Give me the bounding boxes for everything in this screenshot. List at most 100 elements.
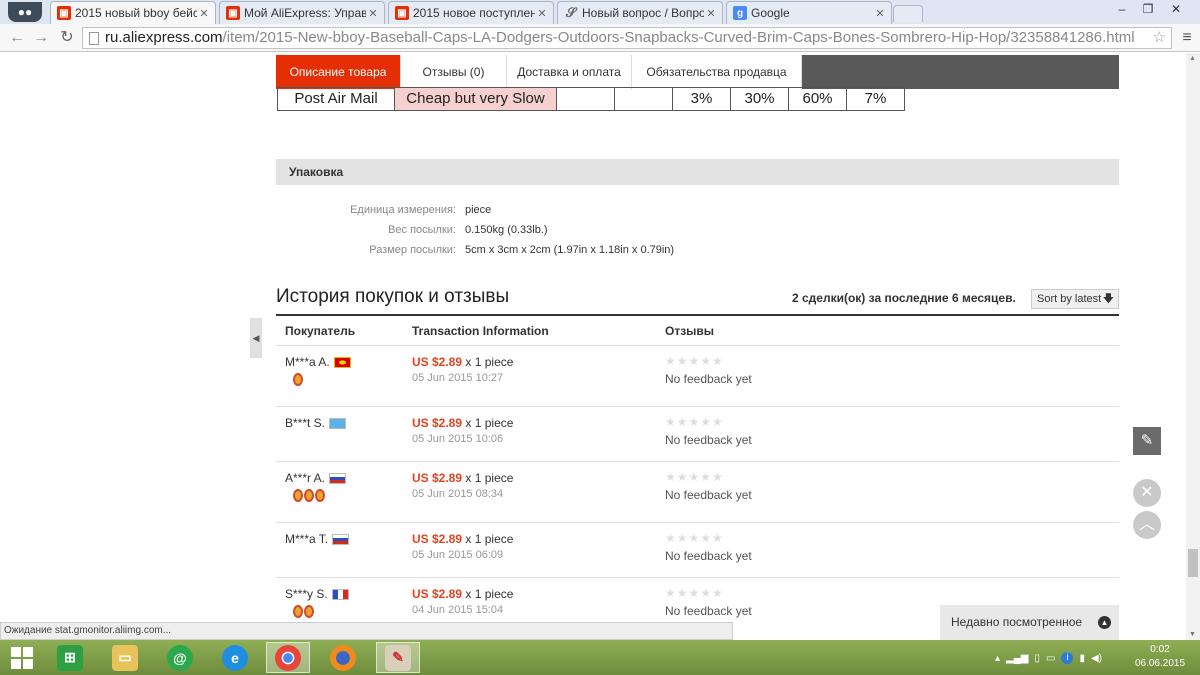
quantity: x 1 piece bbox=[465, 416, 514, 430]
taskbar-store[interactable]: ⊞ bbox=[48, 642, 92, 673]
shipping-cell bbox=[615, 88, 673, 110]
maximize-button[interactable]: ❐ bbox=[1136, 2, 1160, 18]
new-tab-button[interactable] bbox=[893, 5, 923, 22]
scrollbar[interactable]: ▲ ▼ bbox=[1186, 53, 1200, 640]
buyer-level bbox=[293, 489, 326, 505]
close-icon[interactable]: ✕ bbox=[704, 7, 718, 20]
scroll-top-button[interactable]: ︿ bbox=[1133, 511, 1161, 539]
chevron-up-icon: ▲ bbox=[1098, 616, 1111, 629]
shipping-cell: 7% bbox=[864, 90, 887, 107]
sort-button[interactable]: Sort by latest 🡇 bbox=[1031, 289, 1119, 309]
close-icon[interactable]: ✕ bbox=[366, 7, 380, 20]
field-label: Вес посылки: bbox=[388, 224, 456, 236]
buyer-name: B***t S. bbox=[285, 416, 326, 430]
rating-stars-icon: ★★★★★ bbox=[665, 470, 724, 484]
side-collapse-handle[interactable]: ◀ bbox=[250, 318, 262, 358]
url-host: ru.aliexpress.com bbox=[105, 29, 223, 46]
battery-icon[interactable]: ▮ bbox=[1079, 653, 1085, 664]
flag-icon bbox=[329, 418, 347, 430]
close-icon[interactable]: ✕ bbox=[873, 7, 887, 20]
back-button[interactable]: ← bbox=[6, 28, 28, 48]
price-cell: US $2.89 x 1 piece bbox=[412, 471, 513, 485]
tab-shipping[interactable]: Доставка и оплата bbox=[507, 55, 632, 89]
paint-icon: ✎ bbox=[385, 644, 411, 671]
shipping-method: Post Air Mail bbox=[278, 88, 395, 110]
price-cell: US $2.89 x 1 piece bbox=[412, 587, 513, 601]
feedback-text: No feedback yet bbox=[665, 604, 752, 618]
transaction-date: 05 Jun 2015 10:27 bbox=[412, 372, 504, 384]
aliexpress-icon: ▣ bbox=[395, 6, 409, 20]
status-bar: Ожидание stat.gmonitor.aliimg.com... bbox=[0, 622, 733, 640]
menu-button[interactable]: ≡ bbox=[1176, 28, 1198, 48]
aliexpress-icon: ▣ bbox=[226, 6, 240, 20]
taskbar-paint[interactable]: ✎ bbox=[376, 642, 420, 673]
recently-viewed-label: Недавно посмотренное bbox=[951, 615, 1083, 629]
scroll-down-icon[interactable]: ▼ bbox=[1189, 631, 1196, 638]
chevron-up-icon[interactable]: ▴ bbox=[995, 653, 1000, 664]
clock-date: 06.06.2015 bbox=[1134, 658, 1186, 669]
store-icon: ⊞ bbox=[57, 644, 83, 671]
browser-tab-strip: ▣2015 новый bboy бейсбо✕ ▣Мой AliExpress… bbox=[0, 0, 1200, 24]
price-amount: US $2.89 bbox=[412, 355, 463, 369]
close-float-button[interactable]: ✕ bbox=[1133, 479, 1161, 507]
tab-description[interactable]: Описание товара bbox=[276, 55, 401, 89]
transaction-date: 04 Jun 2015 15:04 bbox=[412, 604, 504, 616]
monitor-icon[interactable]: ▭ bbox=[1046, 653, 1055, 664]
star-icon[interactable]: ☆ bbox=[1153, 28, 1166, 48]
url-field[interactable]: ru.aliexpress.com/item/2015-New-bboy-Bas… bbox=[82, 27, 1172, 49]
minimize-button[interactable]: – bbox=[1110, 2, 1134, 18]
close-icon[interactable]: ✕ bbox=[197, 7, 211, 20]
info-icon[interactable]: i bbox=[1061, 652, 1074, 664]
feedback-text: No feedback yet bbox=[665, 372, 752, 386]
tab-title: 2015 новый bboy бейсбо bbox=[75, 6, 197, 20]
shipping-cell: 60% bbox=[789, 88, 847, 110]
transaction-date: 05 Jun 2015 10:06 bbox=[412, 433, 504, 445]
edit-button[interactable]: ✎ bbox=[1133, 427, 1161, 455]
buyer-level bbox=[293, 373, 304, 389]
flag-icon bbox=[331, 589, 349, 601]
taskbar-explorer[interactable]: ▭ bbox=[103, 642, 147, 673]
clock-time: 0:02 bbox=[1150, 644, 1170, 655]
taskbar-chrome[interactable] bbox=[266, 642, 310, 673]
browser-tab[interactable]: 𝒮 Новый вопрос / Вопрос ✕ bbox=[557, 1, 723, 24]
close-icon: ✕ bbox=[1140, 484, 1154, 501]
arrow-right-icon: → bbox=[33, 29, 49, 46]
feedback-text: No feedback yet bbox=[665, 433, 752, 447]
browser-tab[interactable]: ▣ Мой AliExpress: Управлят✕ bbox=[219, 1, 385, 24]
signal-icon[interactable]: ▂▄▆ bbox=[1006, 653, 1028, 664]
incognito-icon: ●● bbox=[8, 2, 42, 22]
start-button[interactable] bbox=[0, 642, 44, 673]
network-icon[interactable]: ▯ bbox=[1035, 653, 1041, 664]
recently-viewed-panel[interactable]: Недавно посмотренное ▲ bbox=[940, 605, 1119, 640]
system-tray: ▴ ▂▄▆ ▯ ▭ i ▮ ◀) bbox=[995, 645, 1102, 671]
tab-seller-guarantees[interactable]: Обязательства продавца bbox=[632, 55, 802, 89]
taskbar-mail[interactable]: @ bbox=[158, 642, 202, 673]
forward-button[interactable]: → bbox=[30, 28, 52, 48]
scrollbar-thumb[interactable] bbox=[1188, 549, 1198, 577]
taskbar-firefox[interactable] bbox=[321, 642, 365, 673]
field-value: 5cm x 3cm x 2cm (1.97in x 1.18in x 0.79i… bbox=[465, 244, 675, 256]
internet-explorer-icon: e bbox=[222, 644, 248, 671]
taskbar-ie[interactable]: e bbox=[213, 642, 257, 673]
close-icon[interactable]: ✕ bbox=[535, 7, 549, 20]
browser-tab[interactable]: ▣ 2015 новый bboy бейсбо✕ bbox=[50, 1, 216, 24]
tab-reviews[interactable]: Отзывы (0) bbox=[401, 55, 507, 89]
volume-icon[interactable]: ◀) bbox=[1091, 653, 1102, 664]
browser-tab[interactable]: g Google ✕ bbox=[726, 1, 892, 24]
close-window-button[interactable]: ✕ bbox=[1164, 2, 1188, 18]
buyer-cell: B***t S. bbox=[285, 416, 347, 430]
price-cell: US $2.89 x 1 piece bbox=[412, 416, 513, 430]
reload-button[interactable]: ↻ bbox=[56, 28, 78, 48]
flag-icon bbox=[333, 357, 351, 369]
scroll-up-icon[interactable]: ▲ bbox=[1189, 55, 1196, 62]
reload-icon: ↻ bbox=[60, 29, 74, 46]
shipping-cell bbox=[557, 88, 615, 110]
rating-stars-icon: ★★★★★ bbox=[665, 415, 724, 429]
leaf-icon: 𝒮 bbox=[565, 5, 577, 20]
buyer-cell: S***y S. bbox=[285, 587, 349, 601]
field-value: piece bbox=[465, 204, 492, 216]
buyer-level bbox=[293, 605, 315, 621]
medal-icon bbox=[304, 489, 314, 502]
browser-tab[interactable]: ▣ 2015 новое поступление✕ bbox=[388, 1, 554, 24]
clock[interactable]: 0:02 06.06.2015 bbox=[1128, 643, 1192, 671]
